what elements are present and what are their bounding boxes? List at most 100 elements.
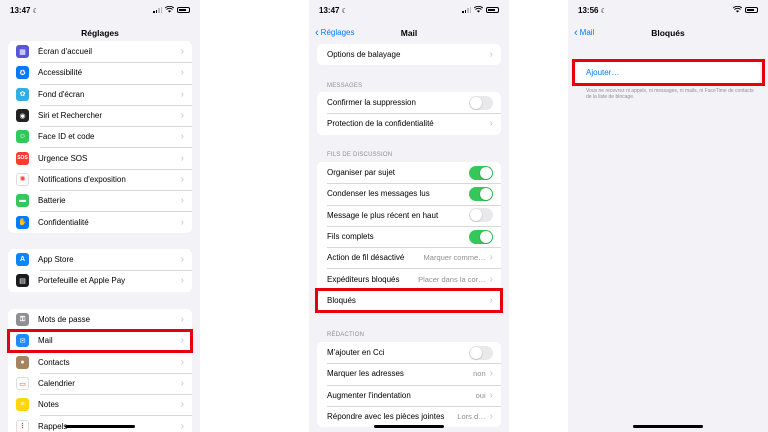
blocked-footer-note: Vous ne recevrez ni appels, ni messages,… [586,88,754,100]
mail-setting-row[interactable]: Action de fil désactivé Marquer comme… › [317,247,501,268]
toggle-switch[interactable] [469,208,493,223]
chevron-right-icon: › [489,252,493,264]
status-bar: 13:56 ☾ [568,0,768,20]
chevron-right-icon: › [180,399,184,411]
mail-setting-row[interactable]: Confirmer la suppression [317,92,501,113]
row-label: Expéditeurs bloqués [327,274,400,284]
chevron-right-icon: › [180,216,184,228]
chevron-right-icon: › [180,314,184,326]
chevron-right-icon: › [489,273,493,285]
toggle-switch[interactable] [469,229,493,244]
mail-setting-row[interactable]: M'ajouter en Cci [317,342,501,363]
row-label: Message le plus récent en haut [327,210,439,220]
mail-setting-row[interactable]: Organiser par sujet [317,162,501,183]
settings-item[interactable]: ☺ Face ID et code › [8,126,192,147]
settings-item[interactable]: A App Store › [8,249,192,270]
row-label: Protection de la confidentialité [327,119,434,129]
sos-icon: SOS [16,151,29,165]
chevron-right-icon: › [489,389,493,401]
chevron-right-icon: › [180,110,184,122]
row-label: Répondre avec les pièces jointes [327,412,445,422]
settings-item-label: Confidentialité [38,217,89,227]
row-label: M'ajouter en Cci [327,348,385,358]
contacts-icon: ● [16,355,29,369]
status-time: 13:47 [319,6,340,15]
threads-section-header: FILS DE DISCUSSION [327,152,393,158]
calendar-icon: ▭ [16,377,29,391]
mail-setting-row[interactable]: Fils complets [317,225,501,247]
status-time: 13:56 [578,6,599,15]
settings-item[interactable]: ◉ Siri et Rechercher › [8,104,192,126]
moon-icon: ☾ [341,8,348,15]
settings-item-label: Urgence SOS [38,153,88,163]
battery-status-icon [745,6,758,13]
blocked-screen: 13:56 ☾ ‹ Mail Bloqués Ajouter… Vous ne re… [568,0,768,432]
settings-item[interactable]: ✿ Fond d'écran › [8,83,192,105]
wallpaper-icon: ✿ [16,87,29,101]
toggle-switch[interactable] [469,345,493,360]
settings-item[interactable]: ✺ Notifications d'exposition › [8,168,192,190]
mail-setting-row[interactable]: Condenser les messages lus [317,183,501,204]
accessibility-icon: ✪ [16,66,29,80]
toggle-switch[interactable] [469,95,493,110]
settings-item[interactable]: SOS Urgence SOS › [8,147,192,168]
face-id-icon: ☺ [16,130,29,144]
page-title: Bloqués [651,28,685,38]
settings-item-label: Mots de passe [38,315,91,325]
mail-setting-row[interactable]: Marquer les adresses non › [317,363,501,384]
settings-item[interactable]: ≡ Notes › [8,394,192,415]
row-value: Lors d… [457,412,486,422]
status-bar: 13:47 ☾ [309,0,509,20]
settings-item-label: Portefeuille et Apple Pay [38,276,126,286]
home-screen-icon: ▦ [16,45,29,59]
wallet-icon: ▤ [16,274,29,288]
mail-setting-row[interactable]: Répondre avec les pièces jointes Lors d… › [317,405,501,427]
settings-item[interactable]: ✪ Accessibilité › [8,62,192,83]
mail-setting-row[interactable]: Augmenter l'indentation oui › [317,384,501,406]
status-time: 13:47 [10,6,31,15]
mail-setting-row[interactable]: Message le plus récent en haut [317,204,501,226]
settings-item-label: Notifications d'exposition [38,174,126,184]
chevron-right-icon: › [489,368,493,380]
settings-item-label: Siri et Rechercher [38,111,103,121]
row-value: Marquer comme… [423,253,486,263]
row-label: Organiser par sujet [327,168,396,178]
page-title: Mail [400,28,418,38]
swipe-options-row[interactable]: Options de balayage › [317,44,501,65]
reminders-icon: ⋮ [16,419,29,432]
toggle-switch[interactable] [469,186,493,201]
settings-item-label: Accessibilité [38,68,83,78]
mail-highlight-box [7,329,193,353]
battery-status-icon [486,6,499,13]
settings-item[interactable]: ▭ Calendrier › [8,372,192,394]
key-icon: ⚿ [16,313,29,327]
moon-icon: ☾ [32,8,39,15]
moon-icon: ☾ [600,8,607,15]
row-label: Action de fil désactivé [327,253,405,263]
chevron-right-icon: › [180,254,184,266]
mail-setting-row[interactable]: Protection de la confidentialité › [317,113,501,134]
chevron-right-icon: › [180,88,184,100]
settings-item[interactable]: ▦ Écran d'accueil › [8,41,192,62]
chevron-right-icon: › [180,67,184,79]
settings-item[interactable]: ▤ Portefeuille et Apple Pay › [8,270,192,291]
row-label: Marquer les adresses [327,369,404,379]
chevron-right-icon: › [180,195,184,207]
chevron-right-icon: › [489,411,493,423]
chevron-right-icon: › [489,49,493,61]
settings-item[interactable]: ● Contacts › [8,351,192,373]
row-value: non [473,369,486,379]
chevron-right-icon: › [180,420,184,432]
mail-setting-row[interactable]: Expéditeurs bloqués Placer dans la cor… › [317,268,501,289]
row-label: Condenser les messages lus [327,189,430,199]
settings-item[interactable]: ✋ Confidentialité › [8,211,192,232]
settings-item[interactable]: ⋮ Rappels › [8,415,192,432]
chevron-right-icon: › [180,356,184,368]
toggle-switch[interactable] [469,165,493,180]
battery-icon: ▬ [16,194,29,208]
row-label: Augmenter l'indentation [327,390,411,400]
settings-item[interactable]: ▬ Batterie › [8,190,192,211]
settings-item[interactable]: ⚿ Mots de passe › [8,309,192,330]
settings-item-label: Fond d'écran [38,89,85,99]
chevron-right-icon: › [180,46,184,58]
